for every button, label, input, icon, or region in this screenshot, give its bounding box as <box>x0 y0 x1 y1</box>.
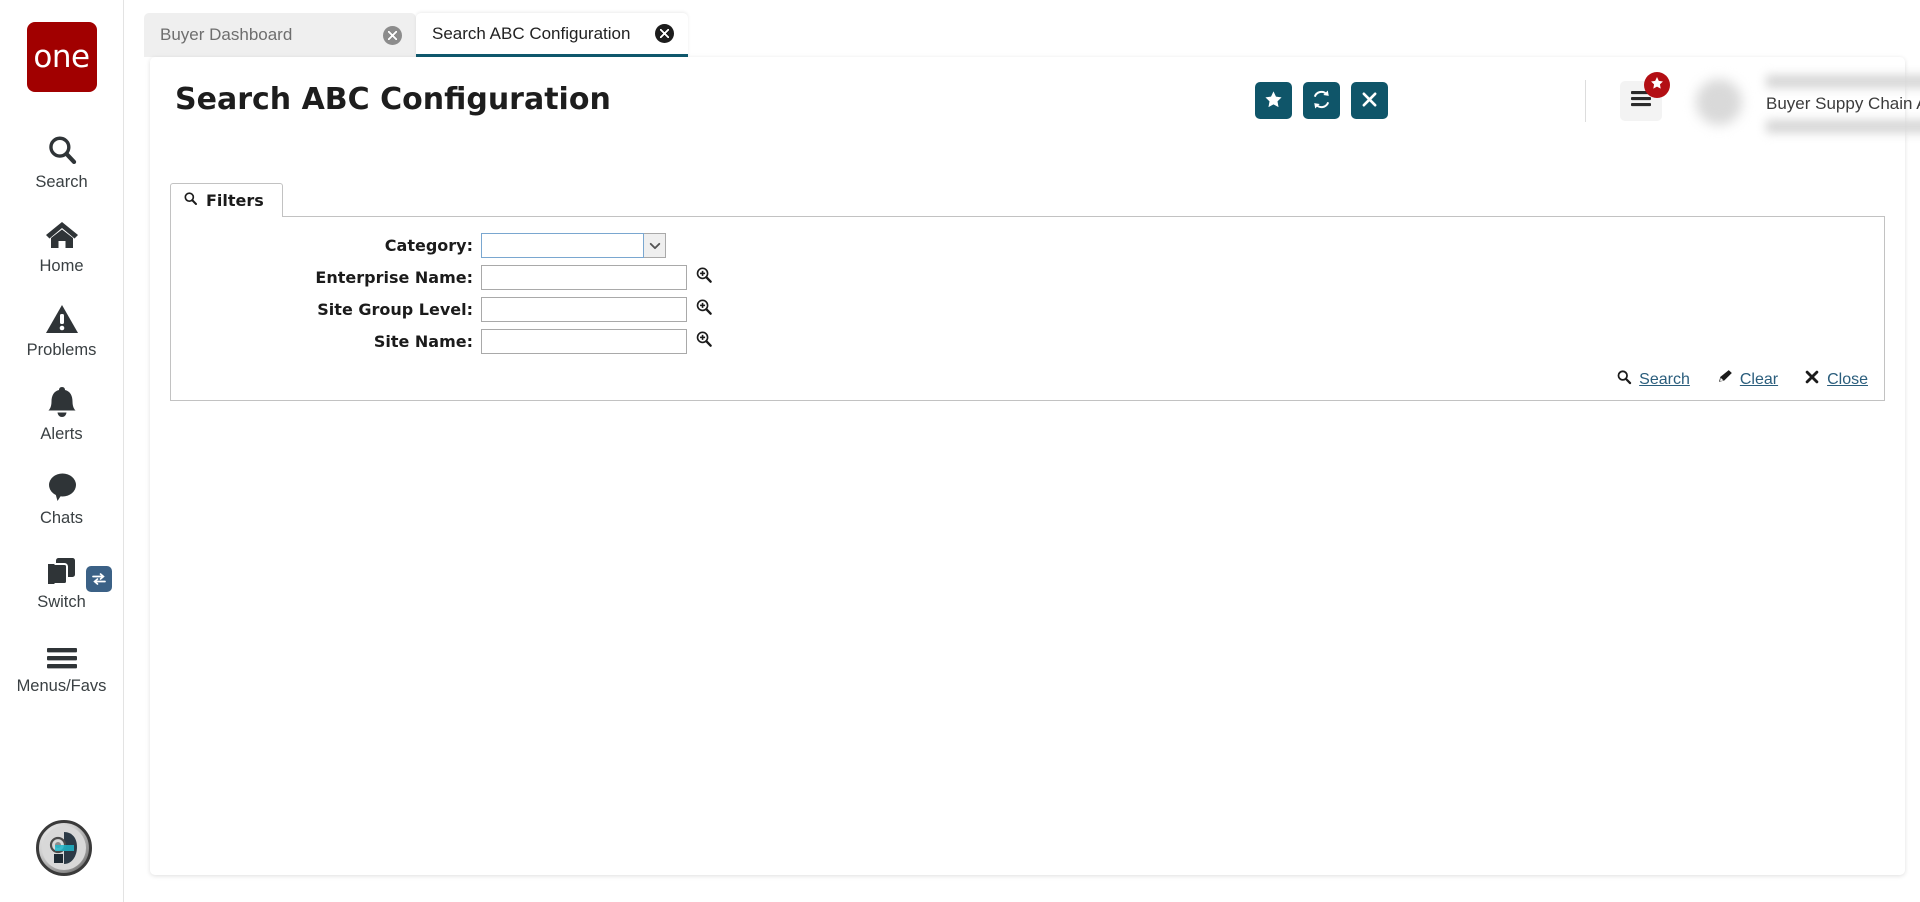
tab-filters-label: Filters <box>206 191 264 210</box>
tab-search-abc-configuration[interactable]: Search ABC Configuration <box>416 13 688 57</box>
site-name-picker-button[interactable] <box>694 330 714 353</box>
close-action-link[interactable]: Close <box>1804 369 1868 390</box>
x-icon <box>1361 91 1378 111</box>
switch-windows-icon <box>45 549 79 587</box>
site-group-level-input[interactable] <box>481 297 687 322</box>
tab-buyer-dashboard[interactable]: Buyer Dashboard <box>144 13 416 57</box>
filter-actions: Search Clear Close <box>1616 369 1868 390</box>
close-button[interactable] <box>1351 82 1388 119</box>
tab-filters[interactable]: Filters <box>170 183 283 217</box>
sidebar-item-chats[interactable]: Chats <box>0 454 123 538</box>
refresh-button[interactable] <box>1303 82 1340 119</box>
sidebar-item-label: Problems <box>26 340 97 359</box>
refresh-icon <box>1311 89 1332 113</box>
warning-triangle-icon <box>45 297 79 335</box>
filters-panel: Filters Category: Enterprise Name: Site … <box>170 182 1885 401</box>
logo-text: one <box>33 39 90 75</box>
category-dropdown-button[interactable] <box>644 233 666 258</box>
user-company-redacted <box>1766 120 1920 133</box>
close-circle-icon[interactable] <box>655 24 674 43</box>
clear-action-label: Clear <box>1739 370 1779 388</box>
page-header: Search ABC Configuration Buyer Suppy Cha… <box>150 57 1920 140</box>
site-name-input[interactable] <box>481 329 687 354</box>
sidebar-nav-list: Search Home Problems Alerts Chats Switch… <box>0 118 123 706</box>
sidebar-item-alerts[interactable]: Alerts <box>0 370 123 454</box>
search-action-label: Search <box>1639 370 1690 388</box>
bell-icon <box>46 381 78 419</box>
chevron-down-icon <box>649 237 661 255</box>
eraser-icon <box>1716 369 1733 390</box>
ai-assistant-avatar-icon[interactable] <box>36 820 92 876</box>
filters-tab-header: Filters <box>170 182 1885 217</box>
site-group-level-picker-button[interactable] <box>694 298 714 321</box>
sidebar-item-label: Search <box>35 172 88 191</box>
user-name-redacted <box>1766 75 1920 88</box>
sidebar-item-label: Switch <box>37 592 86 611</box>
tab-strip: Buyer Dashboard Search ABC Configuration <box>124 0 1920 57</box>
filter-label: Enterprise Name: <box>315 268 473 287</box>
filter-row-category: Category: <box>171 233 1884 258</box>
zoom-in-icon <box>695 330 713 353</box>
sidebar-item-menus-favs[interactable]: Menus/Favs <box>0 622 123 706</box>
clear-action-link[interactable]: Clear <box>1716 369 1778 390</box>
avatar[interactable] <box>1696 79 1742 125</box>
exchange-arrows-icon[interactable] <box>86 566 112 592</box>
zoom-in-icon <box>695 298 713 321</box>
sidebar-item-label: Menus/Favs <box>16 676 107 695</box>
x-icon <box>1804 369 1820 390</box>
enterprise-name-input[interactable] <box>481 265 687 290</box>
header-action-buttons <box>1255 82 1388 119</box>
hamburger-icon <box>45 633 79 671</box>
one-network-logo[interactable]: one <box>26 22 97 92</box>
filter-label: Site Name: <box>373 332 473 351</box>
search-action-link[interactable]: Search <box>1616 369 1690 390</box>
search-icon <box>183 191 198 210</box>
zoom-in-icon <box>695 266 713 289</box>
favorite-button[interactable] <box>1255 82 1292 119</box>
left-sidebar: one Search Home Problems Alerts Chats Sw… <box>0 0 124 902</box>
menu-favorites-badge[interactable] <box>1644 72 1670 98</box>
filter-row-enterprise-name: Enterprise Name: <box>171 265 1884 290</box>
header-divider <box>1585 80 1586 122</box>
sidebar-item-label: Home <box>39 256 84 275</box>
application-window: one Search Home Problems Alerts Chats Sw… <box>0 0 1920 902</box>
filter-label: Category: <box>384 236 473 255</box>
enterprise-name-picker-button[interactable] <box>694 266 714 289</box>
sidebar-item-home[interactable]: Home <box>0 202 123 286</box>
tab-label: Search ABC Configuration <box>432 23 631 43</box>
search-icon <box>45 129 79 167</box>
sidebar-item-label: Chats <box>39 508 84 527</box>
page-card: Search ABC Configuration Buyer Suppy Cha… <box>150 57 1920 875</box>
sidebar-item-problems[interactable]: Problems <box>0 286 123 370</box>
home-icon <box>44 213 80 251</box>
close-action-label: Close <box>1827 370 1868 388</box>
star-icon <box>1264 90 1283 112</box>
category-input[interactable] <box>481 233 644 258</box>
filter-row-site-group-level: Site Group Level: <box>171 297 1884 322</box>
search-icon <box>1616 369 1632 390</box>
close-circle-icon[interactable] <box>383 25 402 45</box>
sidebar-item-switch[interactable]: Switch <box>0 538 123 622</box>
chat-bubble-icon <box>45 465 79 503</box>
sidebar-item-label: Alerts <box>40 424 83 443</box>
filters-body: Category: Enterprise Name: Site Group Le… <box>170 216 1885 401</box>
sidebar-item-search[interactable]: Search <box>0 118 123 202</box>
star-icon <box>1650 76 1664 95</box>
filter-row-site-name: Site Name: <box>171 329 1884 354</box>
user-role-label: Buyer Suppy Chain Admin <box>1766 94 1920 113</box>
user-info: Buyer Suppy Chain Admin <box>1766 75 1920 133</box>
page-title: Search ABC Configuration <box>175 82 611 117</box>
filter-label: Site Group Level: <box>317 300 473 319</box>
tab-label: Buyer Dashboard <box>160 25 293 44</box>
